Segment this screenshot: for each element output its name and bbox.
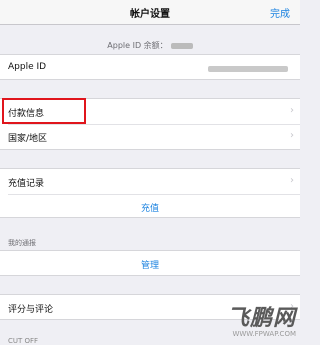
country-region-row[interactable] — [0, 124, 300, 150]
manage-button[interactable]: 管理 — [0, 258, 300, 271]
subscriptions-header: 我的通报 — [8, 239, 36, 247]
apple-id-row[interactable]: Apple ID — [0, 54, 300, 80]
manage-row[interactable]: 管理 — [0, 250, 300, 276]
done-button[interactable]: 完成 — [270, 5, 290, 20]
apple-id-balance: Apple ID 余额： — [0, 40, 300, 51]
page-title: 帐户设置 — [130, 9, 170, 20]
apple-id-value — [208, 64, 288, 73]
recharge-button[interactable]: 充值 — [0, 201, 300, 214]
highlight-box — [2, 98, 86, 124]
watermark-logo: 飞鹏网 — [226, 306, 296, 331]
watermark-url: WWW.FPWAP.COM — [232, 330, 296, 338]
blurred-balance-value — [170, 42, 193, 49]
ratings-reviews-label: 评分与评论 — [8, 305, 54, 315]
balance-label: Apple ID 余额： — [107, 41, 168, 50]
blurred-email — [208, 65, 288, 72]
row-divider — [8, 194, 300, 195]
purchase-history-row[interactable] — [0, 168, 300, 193]
navigation-bar: 帐户设置 完成 — [0, 0, 300, 25]
apple-id-label: Apple ID — [8, 62, 47, 72]
watermark: 飞鹏网 WWW.FPWAP.COM — [227, 300, 296, 338]
